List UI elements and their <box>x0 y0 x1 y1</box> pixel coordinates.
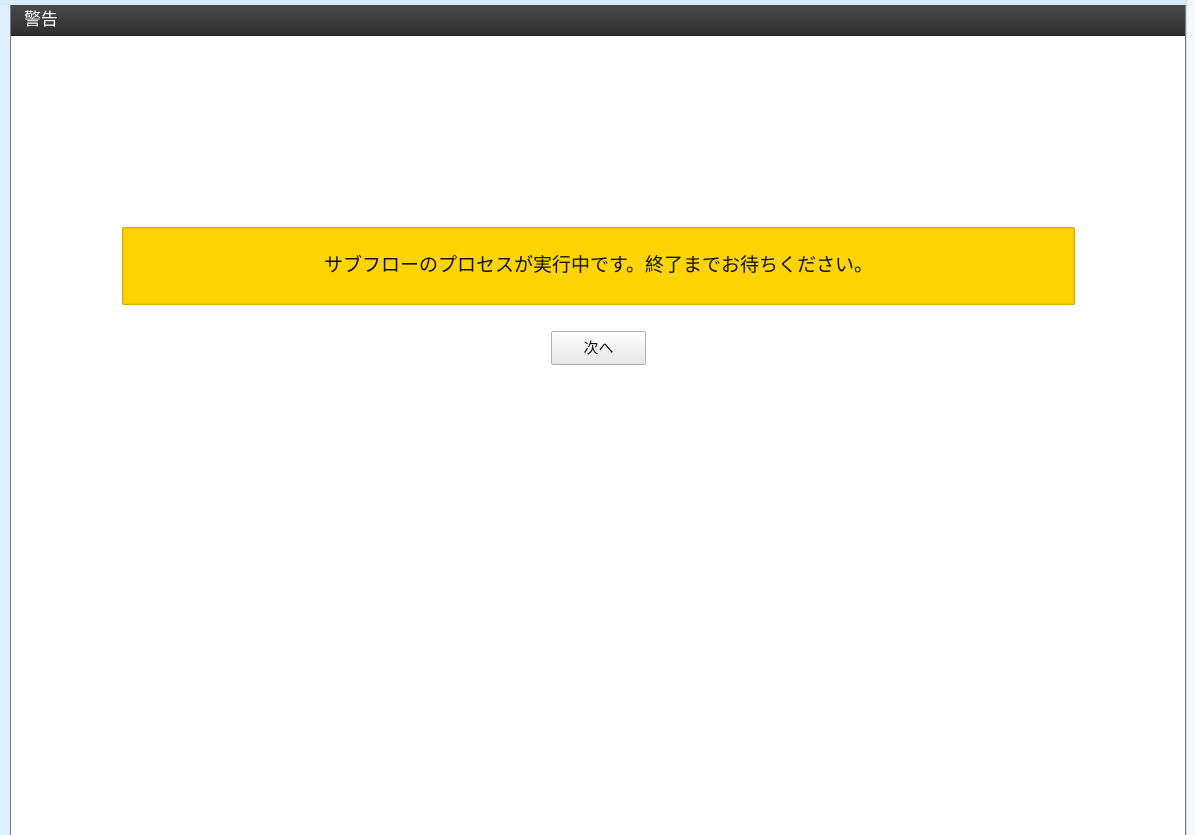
warning-message: サブフローのプロセスが実行中です。終了までお待ちください。 <box>323 254 874 276</box>
dialog-title: 警告 <box>24 10 58 30</box>
warning-dialog: 警告 サブフローのプロセスが実行中です。終了までお待ちください。 次へ <box>10 5 1186 835</box>
dialog-titlebar: 警告 <box>11 5 1185 36</box>
next-button[interactable]: 次へ <box>551 331 646 365</box>
warning-message-box: サブフローのプロセスが実行中です。終了までお待ちください。 <box>122 227 1075 305</box>
right-scroll-strip <box>1186 0 1195 835</box>
